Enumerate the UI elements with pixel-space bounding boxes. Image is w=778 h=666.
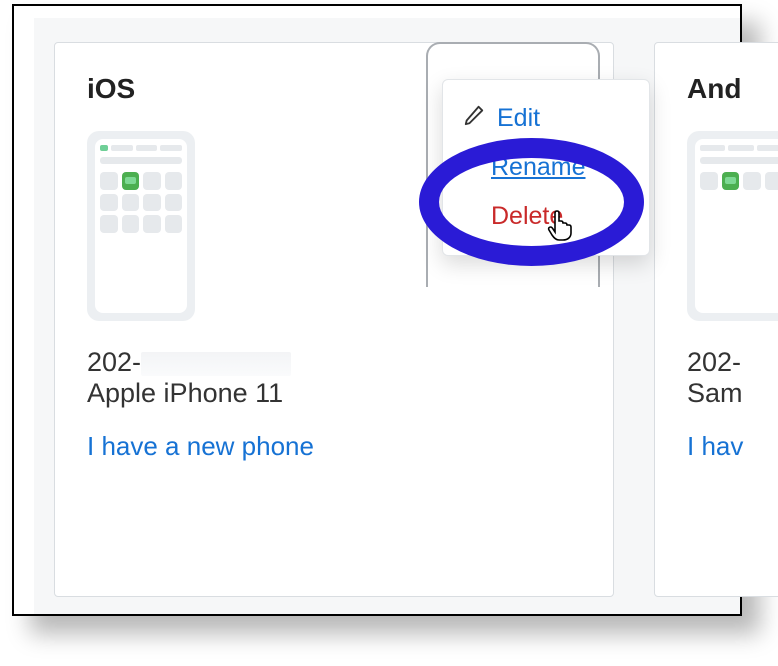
device-model-android: Sam bbox=[687, 378, 778, 409]
phone-illustration-android bbox=[687, 131, 778, 321]
devices-container: iOS bbox=[34, 18, 740, 614]
phone-screen bbox=[95, 139, 187, 313]
phone-illustration-ios bbox=[87, 131, 195, 321]
device-actions-menu: Edit Rename Delete bbox=[442, 79, 650, 256]
menu-item-delete-label: Delete bbox=[491, 202, 563, 231]
device-card-android: And 2 bbox=[654, 42, 778, 597]
card-title-android: And bbox=[687, 73, 778, 105]
new-phone-link-ios[interactable]: I have a new phone bbox=[87, 431, 581, 462]
phone-prefix-android: 202- bbox=[687, 347, 741, 377]
redacted-number bbox=[141, 352, 291, 376]
menu-item-delete[interactable]: Delete bbox=[443, 192, 649, 241]
phone-number-android: 202- bbox=[687, 347, 778, 378]
phone-prefix: 202- bbox=[87, 347, 141, 377]
phone-number-ios: 202- bbox=[87, 347, 581, 378]
screenshot-frame: iOS bbox=[12, 4, 742, 616]
new-phone-link-android[interactable]: I hav bbox=[687, 431, 778, 462]
menu-item-edit-label: Edit bbox=[497, 104, 540, 133]
pencil-icon bbox=[463, 104, 485, 133]
device-model-ios: Apple iPhone 11 bbox=[87, 378, 581, 409]
menu-item-rename[interactable]: Rename bbox=[443, 143, 649, 192]
phone-screen-android bbox=[695, 139, 778, 313]
menu-item-edit[interactable]: Edit bbox=[443, 94, 649, 143]
menu-item-rename-label: Rename bbox=[491, 153, 586, 182]
